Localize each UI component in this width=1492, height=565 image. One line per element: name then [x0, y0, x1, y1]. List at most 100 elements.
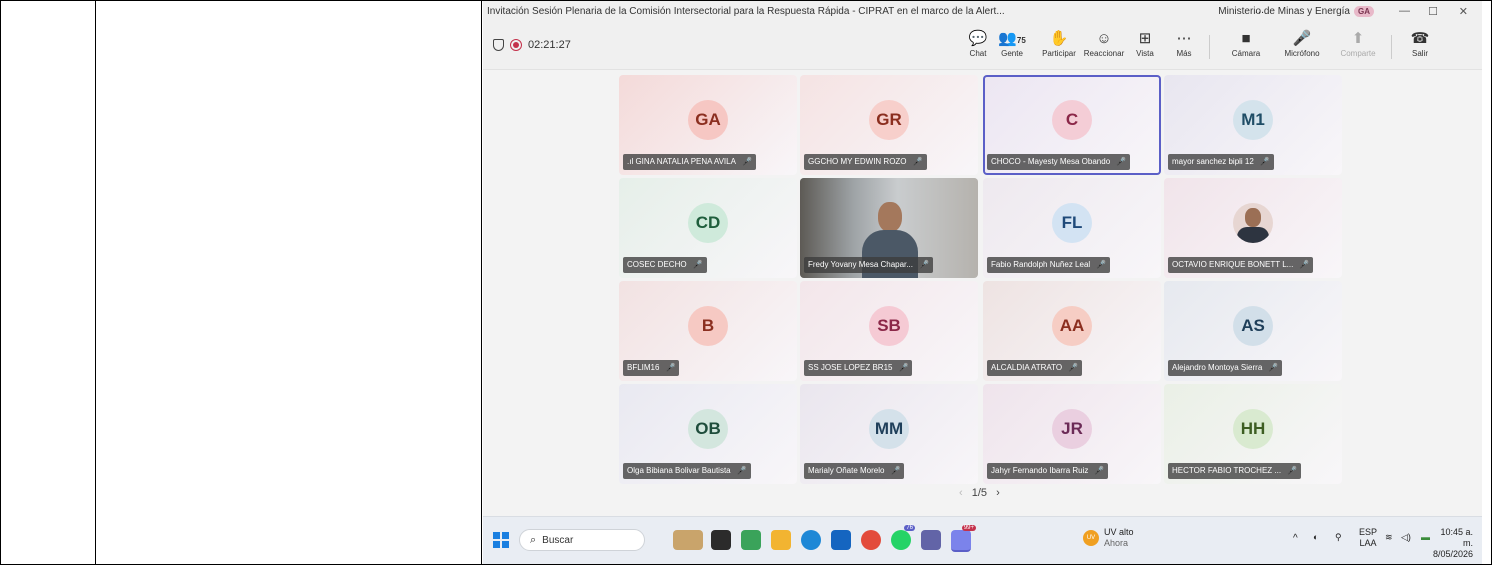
share-icon: ⬆ [1351, 30, 1365, 47]
org-avatar: GA [1354, 6, 1374, 17]
teams-active-icon[interactable]: 99+ [951, 525, 976, 552]
participant-name: Olga Bibiana Bolivar Bautista 🎤 [623, 463, 751, 479]
leave-button[interactable]: ☎ Salir [1403, 29, 1437, 58]
toolbar-separator-2 [1391, 35, 1392, 59]
participant-tile[interactable]: M1 mayor sanchez bipli 12 🎤 [1164, 75, 1342, 175]
organization-label: Ministerio de Minas y Energía [1218, 6, 1350, 17]
participant-tile[interactable]: B BFLIM16 🎤 [619, 281, 797, 381]
taskbar-widgets-icon[interactable] [673, 530, 703, 550]
people-glyph: 👥 [998, 30, 1017, 47]
whatsapp-icon[interactable]: 76 [891, 525, 915, 550]
mic-muted-icon: 🎤 [692, 260, 703, 269]
participant-name-text: CHOCO - Mayesty Mesa Obando [991, 157, 1111, 166]
app-tray-icon[interactable]: ◐ [1313, 532, 1318, 543]
participant-tile[interactable]: HH HECTOR FABIO TROCHEZ ... 🎤 [1164, 384, 1342, 484]
next-page-icon[interactable]: › [996, 487, 1000, 499]
page-navigator[interactable]: ‹ 1/5 › [959, 487, 1000, 499]
participant-tile[interactable]: AS Alejandro Montoya Sierra 🎤 [1164, 281, 1342, 381]
hang-up-icon: ☎ [1410, 30, 1430, 47]
camera-off-icon: ■ [1241, 30, 1251, 47]
participant-tile[interactable]: C CHOCO - Mayesty Mesa Obando 🎤 [983, 75, 1161, 175]
participant-tile[interactable]: AA ALCALDIA ATRATO 🎤 [983, 281, 1161, 381]
participant-name-text: Alejandro Montoya Sierra [1172, 363, 1263, 372]
search-icon: ⌕ [530, 533, 537, 546]
windows-start-icon[interactable] [493, 532, 509, 548]
share-label: Comparte [1340, 49, 1376, 58]
file-explorer-icon[interactable] [771, 530, 791, 550]
chrome-icon[interactable] [861, 530, 881, 550]
window-titlebar: Invitación Sesión Plenaria de la Comisió… [483, 1, 1482, 25]
location-icon[interactable]: ⚲ [1335, 532, 1342, 543]
participant-avatar: AS [1233, 306, 1273, 346]
participant-name-text: GGCHO MY EDWIN ROZO [808, 157, 907, 166]
toolbar-separator [1209, 35, 1210, 59]
share-button[interactable]: ⬆ Comparte [1335, 29, 1381, 58]
participant-tile[interactable]: SB SS JOSE LOPEZ BR15 🎤 [800, 281, 978, 381]
participant-name-text: Fabio Randolph Nuñez Leal [991, 260, 1091, 269]
participant-name-text: Jahyr Fernando Ibarra Ruiz [991, 466, 1089, 475]
mic-muted-icon: 🎤 [898, 363, 909, 372]
react-button[interactable]: ☺ Reaccionar [1081, 29, 1127, 58]
teams-icon[interactable] [921, 530, 941, 550]
participant-avatar: B [688, 306, 728, 346]
react-label: Reaccionar [1083, 49, 1125, 58]
store-app-icon[interactable] [741, 530, 761, 550]
wifi-icon[interactable]: ≋ [1385, 532, 1393, 543]
participant-name-text: Marialy Oñate Morelo [808, 466, 885, 475]
participant-name-text: COSEC DECHO [627, 260, 687, 269]
participant-name-text: Olga Bibiana Bolivar Bautista [627, 466, 731, 475]
participant-name: Fabio Randolph Nuñez Leal 🎤 [987, 257, 1111, 273]
recording-status: 02:21:27 [493, 39, 571, 51]
clock[interactable]: 10:45 a. m. 8/05/2026 [1429, 527, 1473, 560]
minimize-button[interactable]: — [1399, 5, 1410, 17]
raise-hand-button[interactable]: ✋ Participar [1037, 29, 1081, 58]
volume-icon[interactable]: ◁) [1401, 532, 1411, 543]
people-button[interactable]: 👥75 Gente [995, 29, 1029, 58]
mic-muted-icon: 🎤 [736, 466, 747, 475]
weather-subtitle: Ahora [1104, 538, 1129, 548]
show-hidden-icons-icon[interactable]: ^ [1293, 533, 1298, 544]
participant-tile[interactable]: OCTAVIO ENRIQUE BONETT L... 🎤 [1164, 178, 1342, 278]
meeting-timer: 02:21:27 [528, 39, 571, 51]
outlook-icon[interactable] [831, 530, 851, 550]
microphone-button[interactable]: 🎤 Micrófono [1277, 29, 1327, 58]
weather-title: UV alto [1104, 527, 1134, 537]
participant-name-text: ALCALDIA ATRATO [991, 363, 1063, 372]
participant-tile[interactable]: CD COSEC DECHO 🎤 [619, 178, 797, 278]
people-count: 75 [1016, 36, 1026, 45]
weather-widget[interactable]: UV UV alto Ahora [1083, 527, 1134, 549]
participant-grid: GA .ıl GINA NATALIA PENA AVILA 🎤 GR GGCHO MY… [619, 75, 1342, 484]
smile-icon: ☺ [1096, 30, 1112, 47]
edge-browser-icon[interactable] [801, 530, 821, 550]
chat-button[interactable]: 💬 Chat [963, 29, 993, 58]
participant-tile[interactable]: OB Olga Bibiana Bolivar Bautista 🎤 [619, 384, 797, 484]
shield-icon [493, 39, 504, 51]
participant-tile[interactable]: FL Fabio Randolph Nuñez Leal 🎤 [983, 178, 1161, 278]
camera-button[interactable]: ■ Cámara [1223, 29, 1269, 58]
participant-tile[interactable]: MM Marialy Oñate Morelo 🎤 [800, 384, 978, 484]
participant-tile[interactable]: Fredy Yovany Mesa Chapar... 🎤 [800, 178, 978, 278]
organization-name[interactable]: Ministerio de Minas y Energía GA [1218, 6, 1374, 17]
participant-tile[interactable]: JR Jahyr Fernando Ibarra Ruiz 🎤 [983, 384, 1161, 484]
participant-tile[interactable]: GA .ıl GINA NATALIA PENA AVILA 🎤 [619, 75, 797, 175]
mic-muted-icon: 🎤 [1116, 157, 1127, 166]
person-head [878, 202, 902, 232]
more-label: Más [1176, 49, 1192, 58]
task-view-icon[interactable] [711, 530, 731, 550]
microphone-label: Micrófono [1284, 49, 1320, 58]
participant-avatar: M1 [1233, 100, 1273, 140]
close-button[interactable]: ✕ [1459, 5, 1468, 18]
maximize-button[interactable]: ☐ [1428, 5, 1438, 18]
more-button[interactable]: ⋯ Más [1171, 29, 1197, 58]
participant-tile[interactable]: GR GGCHO MY EDWIN ROZO 🎤 [800, 75, 978, 175]
grid-view-icon: ⊞ [1138, 30, 1152, 47]
participant-name: mayor sanchez bipli 12 🎤 [1168, 154, 1274, 170]
page-indicator: 1/5 [971, 487, 988, 499]
table-column-divider-2 [481, 0, 482, 565]
mic-muted-icon: 🎤 [1094, 466, 1105, 475]
prev-page-icon[interactable]: ‹ [959, 487, 963, 499]
participant-name-text: mayor sanchez bipli 12 [1172, 157, 1254, 166]
language-indicator[interactable]: ESP LAA [1359, 527, 1377, 549]
view-button[interactable]: ⊞ Vista [1131, 29, 1159, 58]
taskbar-search[interactable]: ⌕ Buscar [519, 529, 645, 551]
